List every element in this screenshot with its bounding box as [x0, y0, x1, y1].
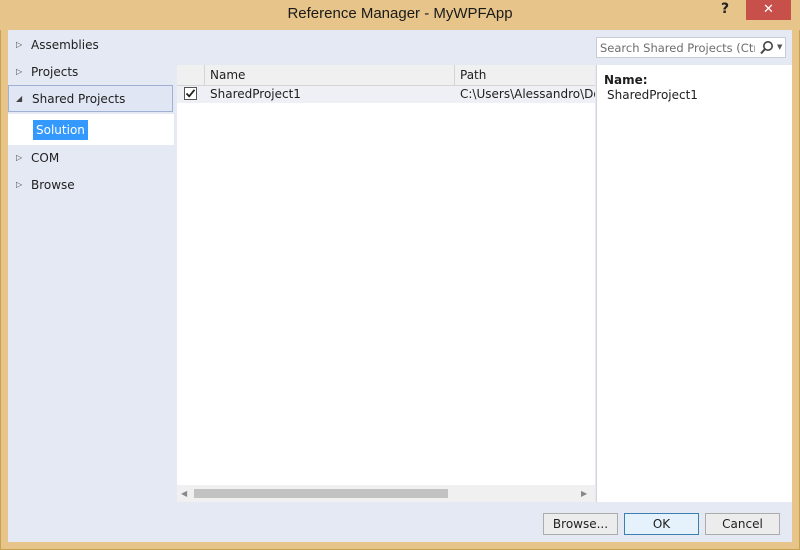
close-button[interactable]: ✕ — [746, 0, 791, 20]
horizontal-scrollbar[interactable]: ◀ ▶ — [177, 485, 595, 502]
row-path-cell: C:\Users\Alessandro\Documents\ — [460, 87, 595, 101]
column-header-path[interactable]: Path — [455, 65, 595, 85]
details-panel: Name: SharedProject1 — [596, 65, 792, 502]
scroll-right-icon[interactable]: ▶ — [581, 489, 587, 498]
row-checkbox[interactable] — [184, 87, 197, 100]
expand-arrow-icon: ▷ — [16, 67, 23, 76]
nav-item-com[interactable]: ▷ COM — [8, 145, 173, 171]
grid-header: Name Path — [177, 65, 595, 86]
dialog-client-area: ▷ Assemblies ▷ Projects ◢ Shared Project… — [8, 30, 792, 542]
category-nav: ▷ Assemblies ▷ Projects ◢ Shared Project… — [8, 30, 174, 508]
dropdown-caret-icon[interactable]: ▼ — [777, 43, 782, 51]
scroll-left-icon[interactable]: ◀ — [181, 489, 187, 498]
nav-item-projects[interactable]: ▷ Projects — [8, 59, 173, 85]
row-name-cell: SharedProject1 — [210, 87, 301, 101]
nav-item-label: Shared Projects — [32, 92, 126, 106]
nav-subitem-solution[interactable]: Solution — [33, 120, 88, 140]
column-header-name[interactable]: Name — [205, 65, 455, 85]
nav-item-label: Projects — [31, 65, 79, 79]
nav-item-label: Assemblies — [31, 38, 99, 52]
references-grid: Name Path SharedProject1 C:\Users\Alessa… — [177, 65, 595, 502]
header-check-column — [177, 65, 205, 85]
help-button[interactable]: ? — [712, 0, 738, 20]
browse-button[interactable]: Browse... — [543, 513, 618, 535]
collapse-arrow-icon: ◢ — [16, 94, 23, 103]
cancel-button[interactable]: Cancel — [705, 513, 780, 535]
title-bar: Reference Manager - MyWPFApp ? ✕ — [0, 0, 800, 30]
nav-item-label: Browse — [31, 178, 75, 192]
nav-item-shared-projects[interactable]: ◢ Shared Projects — [8, 85, 173, 112]
nav-item-label: COM — [31, 151, 60, 165]
shared-projects-subitems: Solution — [8, 114, 174, 145]
details-name-label: Name: — [604, 73, 648, 87]
ok-button[interactable]: OK — [624, 513, 699, 535]
search-icon[interactable] — [759, 39, 775, 57]
expand-arrow-icon: ▷ — [16, 180, 23, 189]
window-title: Reference Manager - MyWPFApp — [287, 5, 513, 22]
expand-arrow-icon: ▷ — [16, 153, 23, 162]
details-name-value: SharedProject1 — [607, 88, 698, 102]
checkmark-icon — [185, 89, 196, 98]
button-bar: Browse... OK Cancel — [8, 508, 792, 542]
nav-item-assemblies[interactable]: ▷ Assemblies — [8, 32, 173, 58]
scrollbar-thumb[interactable] — [194, 489, 448, 498]
search-input[interactable] — [600, 39, 755, 56]
table-row[interactable]: SharedProject1 C:\Users\Alessandro\Docum… — [177, 86, 595, 103]
expand-arrow-icon: ▷ — [16, 40, 23, 49]
nav-item-browse[interactable]: ▷ Browse — [8, 172, 173, 198]
search-box[interactable]: ▼ — [596, 37, 786, 58]
